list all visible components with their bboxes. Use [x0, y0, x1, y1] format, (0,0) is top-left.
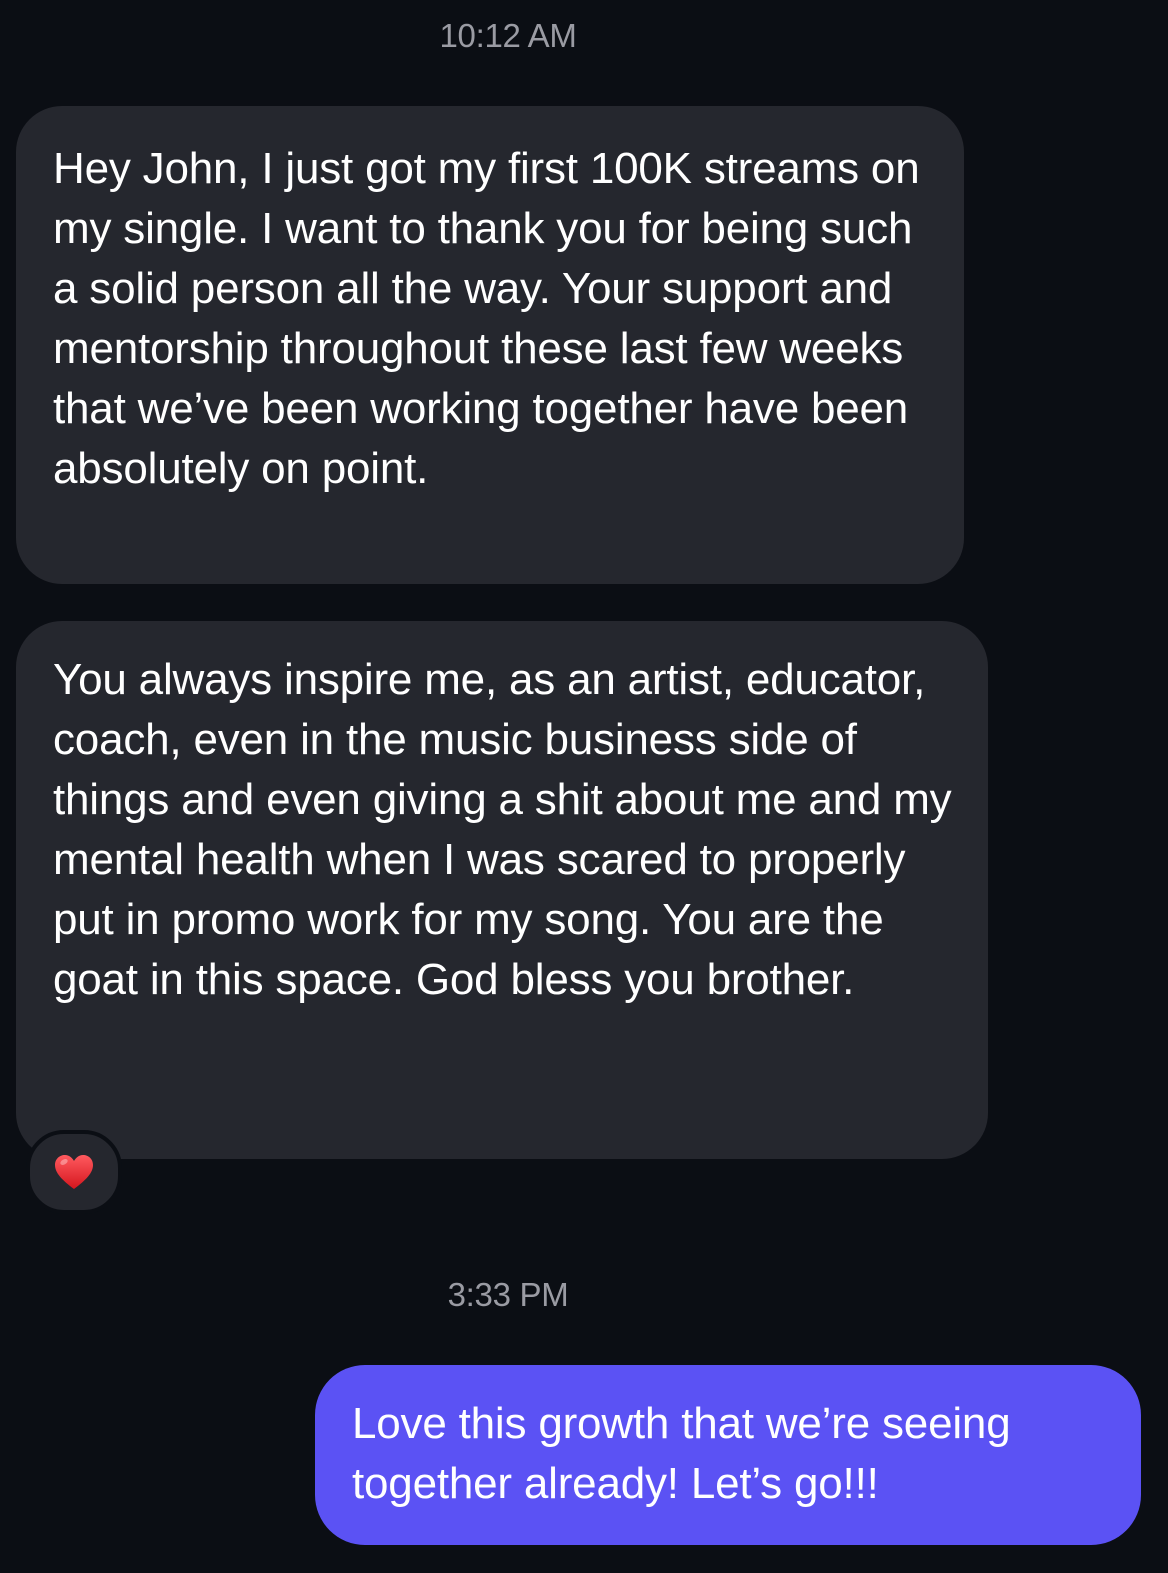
timestamp: 3:33 PM	[447, 1276, 569, 1313]
incoming-message-bubble[interactable]: Hey John, I just got my first 100K strea…	[16, 106, 964, 584]
heart-icon	[53, 1153, 95, 1191]
message-reaction[interactable]	[26, 1130, 122, 1214]
outgoing-message-bubble[interactable]: Love this growth that we’re seeing toget…	[315, 1365, 1141, 1545]
timestamp: 10:12 AM	[439, 17, 577, 54]
incoming-message-bubble[interactable]: You always inspire me, as an artist, edu…	[16, 621, 988, 1159]
